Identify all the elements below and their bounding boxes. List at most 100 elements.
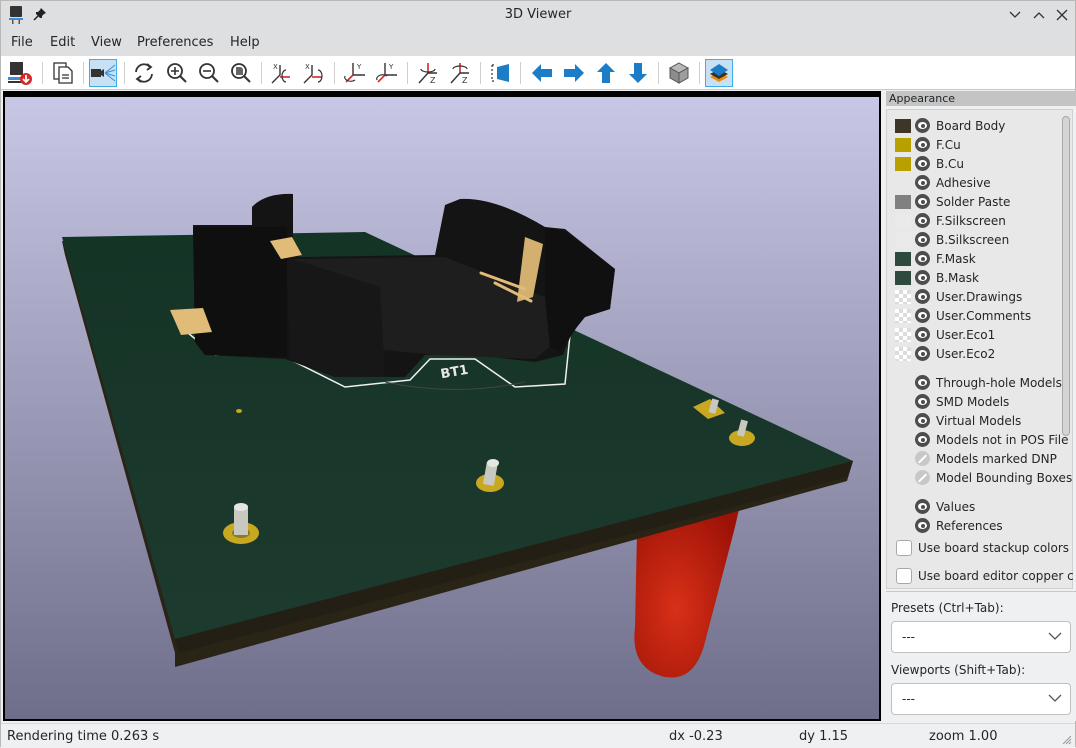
color-swatch[interactable] [895, 176, 911, 190]
layer-label: F.Mask [936, 251, 976, 266]
3d-render[interactable]: BT1 [5, 97, 879, 719]
close-button[interactable] [1051, 5, 1073, 25]
layer-row-solder-paste[interactable]: Solder Paste [895, 192, 1065, 211]
layer-row-f-cu[interactable]: F.Cu [895, 135, 1065, 154]
checkbox-box[interactable] [896, 568, 912, 584]
copy-to-clipboard-button[interactable] [49, 59, 77, 87]
color-swatch[interactable] [895, 118, 911, 133]
layer-row-user-eco1[interactable]: User.Eco1 [895, 325, 1065, 344]
presets-dropdown[interactable]: --- [891, 621, 1071, 653]
layer-row-user-drawings[interactable]: User.Drawings [895, 287, 1065, 306]
eye-visible-icon[interactable] [915, 251, 930, 266]
viewports-dropdown[interactable]: --- [891, 683, 1071, 715]
rotate-y-cw-button[interactable]: Y [341, 59, 369, 87]
move-up-button[interactable] [592, 59, 620, 87]
layer-row-board-body[interactable]: Board Body [895, 116, 1065, 135]
toggle-appearance-panel-button[interactable] [705, 59, 733, 87]
eye-visible-icon[interactable] [915, 156, 930, 171]
resize-grip-icon[interactable] [1060, 733, 1072, 745]
color-swatch[interactable] [895, 308, 911, 323]
layer-row-b-mask[interactable]: B.Mask [895, 268, 1065, 287]
eye-visible-icon[interactable] [915, 394, 930, 409]
move-down-button[interactable] [624, 59, 652, 87]
rotate-x-cw-button[interactable]: X [268, 59, 296, 87]
eye-visible-icon[interactable] [915, 499, 930, 514]
rotate-x-ccw-button[interactable]: X [300, 59, 328, 87]
layer-row-f-silkscreen[interactable]: F.Silkscreen [895, 211, 1065, 230]
layer-row-user-comments[interactable]: User.Comments [895, 306, 1065, 325]
toolbar-separator [658, 62, 659, 84]
use-board-stackup-colors-checkbox[interactable]: Use board stackup colors [896, 538, 1074, 558]
rotate-y-cw-icon: Y [344, 63, 365, 83]
chevron-up-icon [1033, 12, 1045, 19]
minimize-button[interactable] [1004, 5, 1026, 25]
3d-canvas[interactable]: BT1 [3, 91, 881, 721]
color-swatch[interactable] [895, 251, 911, 266]
color-swatch[interactable] [895, 232, 911, 247]
eye-visible-icon[interactable] [915, 137, 930, 152]
move-right-button[interactable] [560, 59, 588, 87]
eye-visible-icon[interactable] [915, 346, 930, 361]
color-swatch[interactable] [895, 346, 911, 361]
eye-visible-icon[interactable] [915, 327, 930, 342]
layer-row-f-mask[interactable]: F.Mask [895, 249, 1065, 268]
maximize-button[interactable] [1028, 5, 1050, 25]
model-row-model-bounding-boxes[interactable]: Model Bounding Boxes [895, 468, 1072, 487]
eye-visible-icon[interactable] [915, 118, 930, 133]
menu-edit[interactable]: Edit [50, 35, 75, 50]
color-swatch[interactable] [895, 137, 911, 152]
text-row-references[interactable]: References [895, 516, 1065, 535]
zoom-in-button[interactable] [163, 59, 191, 87]
model-row-models-not-in-pos-file[interactable]: Models not in POS File [895, 430, 1069, 449]
title-bar: 3D Viewer [1, 1, 1075, 30]
color-swatch[interactable] [895, 156, 911, 171]
eye-visible-icon[interactable] [915, 175, 930, 190]
eye-hidden-icon[interactable] [915, 470, 930, 485]
eye-visible-icon[interactable] [915, 270, 930, 285]
eye-visible-icon[interactable] [915, 213, 930, 228]
raytracing-toggle-button[interactable] [89, 59, 117, 87]
rendering-time: Rendering time 0.263 s [7, 729, 160, 744]
zoom-out-button[interactable] [195, 59, 223, 87]
color-swatch[interactable] [895, 289, 911, 304]
color-swatch[interactable] [895, 327, 911, 342]
eye-visible-icon[interactable] [915, 518, 930, 533]
use-board-editor-copper-colors-checkbox[interactable]: Use board editor copper colors [896, 566, 1074, 586]
menu-help[interactable]: Help [230, 35, 260, 50]
eye-visible-icon[interactable] [915, 232, 930, 247]
layer-row-b-cu[interactable]: B.Cu [895, 154, 1065, 173]
eye-visible-icon[interactable] [915, 289, 930, 304]
menu-view[interactable]: View [91, 35, 122, 50]
toggle-orthographic-button[interactable] [665, 59, 693, 87]
eye-hidden-icon[interactable] [915, 451, 930, 466]
color-swatch[interactable] [895, 213, 911, 228]
eye-visible-icon[interactable] [915, 413, 930, 428]
flip-board-button[interactable] [487, 59, 515, 87]
layer-label: Through-hole Models [936, 375, 1062, 390]
eye-visible-icon[interactable] [915, 194, 930, 209]
model-row-smd-models[interactable]: SMD Models [895, 392, 1065, 411]
eye-visible-icon[interactable] [915, 375, 930, 390]
eye-visible-icon[interactable] [915, 308, 930, 323]
rotate-z-cw-button[interactable]: Z [414, 59, 442, 87]
layer-row-user-eco2[interactable]: User.Eco2 [895, 344, 1065, 363]
eye-visible-icon[interactable] [915, 432, 930, 447]
color-swatch[interactable] [895, 194, 911, 209]
zoom-fit-button[interactable] [227, 59, 255, 87]
layer-label: User.Comments [936, 308, 1032, 323]
model-row-virtual-models[interactable]: Virtual Models [895, 411, 1065, 430]
model-row-models-marked-dnp[interactable]: Models marked DNP [895, 449, 1065, 468]
layer-row-b-silkscreen[interactable]: B.Silkscreen [895, 230, 1065, 249]
model-row-through-hole-models[interactable]: Through-hole Models [895, 373, 1065, 392]
rotate-z-ccw-button[interactable]: Z [446, 59, 474, 87]
rotate-y-ccw-button[interactable]: Y [373, 59, 401, 87]
color-swatch[interactable] [895, 270, 911, 285]
layer-row-adhesive[interactable]: Adhesive [895, 173, 1065, 192]
reload-button[interactable] [130, 59, 158, 87]
menu-file[interactable]: File [11, 35, 33, 50]
move-left-button[interactable] [528, 59, 556, 87]
menu-preferences[interactable]: Preferences [137, 35, 213, 50]
checkbox-box[interactable] [896, 540, 912, 556]
export-image-button[interactable] [6, 59, 34, 87]
text-row-values[interactable]: Values [895, 497, 1065, 516]
